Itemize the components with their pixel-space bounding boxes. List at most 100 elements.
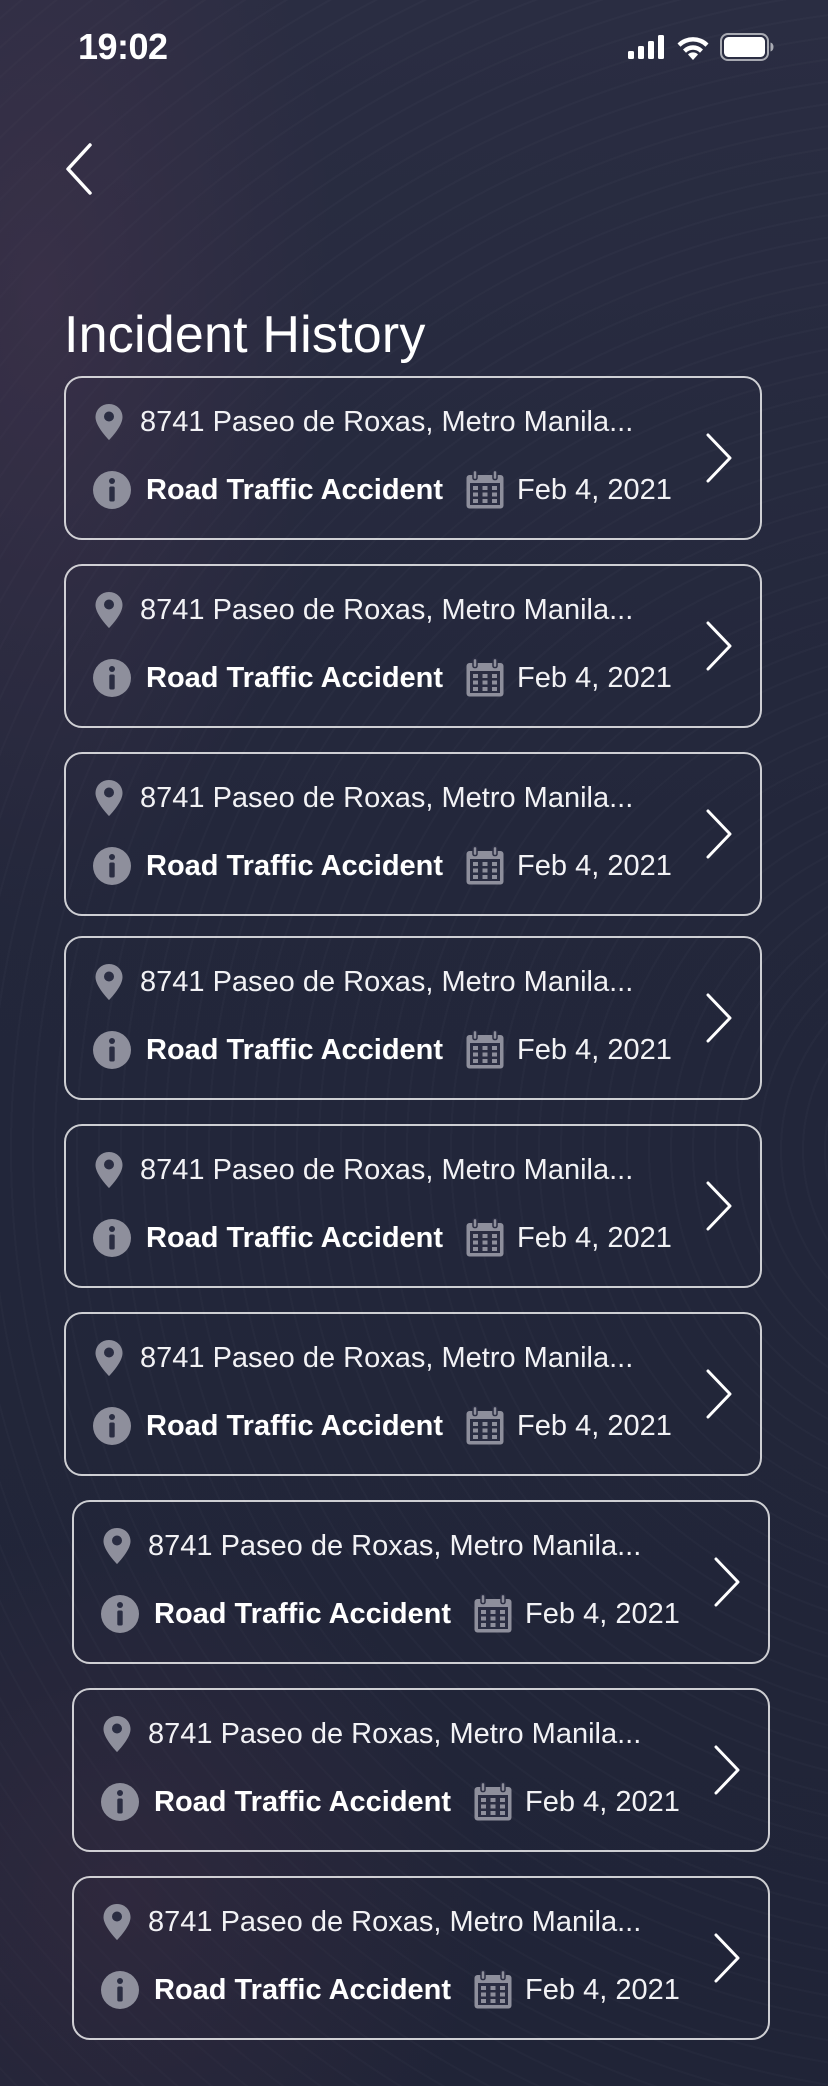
wifi-icon: [677, 37, 709, 60]
incident-card[interactable]: 8741 Paseo de Roxas, Metro Manila... Roa…: [72, 1688, 770, 1852]
signal-icon: [628, 35, 664, 59]
calendar-icon: [466, 1406, 504, 1445]
incident-details-row: Road Traffic Accident Feb 4, 2021: [92, 1026, 672, 1074]
incident-location-row: 8741 Paseo de Roxas, Metro Manila...: [94, 400, 633, 444]
chevron-right-icon[interactable]: [704, 620, 734, 672]
incident-location-row: 8741 Paseo de Roxas, Metro Manila...: [94, 588, 633, 632]
incident-card[interactable]: 8741 Paseo de Roxas, Metro Manila... Roa…: [72, 1876, 770, 2040]
info-icon: [93, 659, 131, 697]
location-pin-icon: [103, 1528, 131, 1564]
incident-card[interactable]: 8741 Paseo de Roxas, Metro Manila... Roa…: [64, 1124, 762, 1288]
chevron-right-icon[interactable]: [704, 432, 734, 484]
info-icon: [93, 1219, 131, 1257]
incident-address: 8741 Paseo de Roxas, Metro Manila...: [140, 965, 634, 998]
info-icon: [93, 1407, 131, 1445]
incident-date-group: Feb 4, 2021: [465, 658, 672, 698]
incident-card[interactable]: 8741 Paseo de Roxas, Metro Manila... Roa…: [64, 936, 762, 1100]
incident-date-group: Feb 4, 2021: [465, 1030, 672, 1070]
incident-address: 8741 Paseo de Roxas, Metro Manila...: [140, 781, 634, 814]
incident-location-row: 8741 Paseo de Roxas, Metro Manila...: [94, 1336, 633, 1380]
incident-type: Road Traffic Accident: [146, 1033, 444, 1066]
incident-card[interactable]: 8741 Paseo de Roxas, Metro Manila... Roa…: [72, 1500, 770, 1664]
status-icons: [628, 32, 774, 62]
page-title: Incident History: [64, 305, 426, 364]
incident-date: Feb 4, 2021: [517, 849, 672, 882]
incident-date-group: Feb 4, 2021: [473, 1970, 680, 2010]
incident-type: Road Traffic Accident: [154, 1973, 452, 2006]
incident-type: Road Traffic Accident: [146, 661, 444, 694]
info-icon: [101, 1971, 139, 2009]
location-pin-icon: [95, 780, 123, 816]
incident-card[interactable]: 8741 Paseo de Roxas, Metro Manila... Roa…: [64, 752, 762, 916]
incident-date: Feb 4, 2021: [517, 1409, 672, 1442]
incident-type: Road Traffic Accident: [146, 1221, 444, 1254]
incident-details-row: Road Traffic Accident Feb 4, 2021: [92, 654, 672, 702]
incident-location-row: 8741 Paseo de Roxas, Metro Manila...: [102, 1900, 641, 1944]
chevron-right-icon[interactable]: [712, 1932, 742, 1984]
incident-type: Road Traffic Accident: [154, 1785, 452, 1818]
location-pin-icon: [103, 1904, 131, 1940]
incident-date-group: Feb 4, 2021: [473, 1782, 680, 1822]
info-icon: [101, 1595, 139, 1633]
incident-location-row: 8741 Paseo de Roxas, Metro Manila...: [102, 1524, 641, 1568]
chevron-right-icon[interactable]: [704, 992, 734, 1044]
incident-details-row: Road Traffic Accident Feb 4, 2021: [92, 466, 672, 514]
incident-location-row: 8741 Paseo de Roxas, Metro Manila...: [94, 1148, 633, 1192]
incident-address: 8741 Paseo de Roxas, Metro Manila...: [140, 1153, 634, 1186]
incident-date: Feb 4, 2021: [525, 1597, 680, 1630]
incident-address: 8741 Paseo de Roxas, Metro Manila...: [148, 1717, 642, 1750]
incident-address: 8741 Paseo de Roxas, Metro Manila...: [140, 1341, 634, 1374]
incident-date: Feb 4, 2021: [517, 473, 672, 506]
info-icon: [101, 1783, 139, 1821]
calendar-icon: [466, 658, 504, 697]
info-icon: [93, 471, 131, 509]
incident-details-row: Road Traffic Accident Feb 4, 2021: [100, 1966, 680, 2014]
incident-date: Feb 4, 2021: [517, 1221, 672, 1254]
calendar-icon: [474, 1782, 512, 1821]
chevron-right-icon[interactable]: [704, 808, 734, 860]
chevron-right-icon[interactable]: [704, 1368, 734, 1420]
calendar-icon: [466, 846, 504, 885]
incident-date: Feb 4, 2021: [517, 1033, 672, 1066]
incident-date: Feb 4, 2021: [525, 1973, 680, 2006]
incident-card[interactable]: 8741 Paseo de Roxas, Metro Manila... Roa…: [64, 376, 762, 540]
incident-date-group: Feb 4, 2021: [473, 1594, 680, 1634]
incident-date: Feb 4, 2021: [525, 1785, 680, 1818]
incident-details-row: Road Traffic Accident Feb 4, 2021: [100, 1778, 680, 1826]
location-pin-icon: [103, 1716, 131, 1752]
incident-address: 8741 Paseo de Roxas, Metro Manila...: [148, 1529, 642, 1562]
incident-date-group: Feb 4, 2021: [465, 1218, 672, 1258]
incident-details-row: Road Traffic Accident Feb 4, 2021: [92, 842, 672, 890]
status-bar: 19:02: [0, 0, 828, 96]
back-button[interactable]: [54, 134, 104, 204]
chevron-right-icon[interactable]: [704, 1180, 734, 1232]
incident-details-row: Road Traffic Accident Feb 4, 2021: [100, 1590, 680, 1638]
location-pin-icon: [95, 592, 123, 628]
info-icon: [93, 1031, 131, 1069]
location-pin-icon: [95, 1340, 123, 1376]
incident-location-row: 8741 Paseo de Roxas, Metro Manila...: [94, 960, 633, 1004]
incident-type: Road Traffic Accident: [146, 849, 444, 882]
incident-type: Road Traffic Accident: [146, 473, 444, 506]
incident-address: 8741 Paseo de Roxas, Metro Manila...: [148, 1905, 642, 1938]
location-pin-icon: [95, 404, 123, 440]
calendar-icon: [466, 470, 504, 509]
incident-date-group: Feb 4, 2021: [465, 470, 672, 510]
incident-address: 8741 Paseo de Roxas, Metro Manila...: [140, 405, 634, 438]
chevron-right-icon[interactable]: [712, 1744, 742, 1796]
chevron-right-icon[interactable]: [712, 1556, 742, 1608]
incident-card[interactable]: 8741 Paseo de Roxas, Metro Manila... Roa…: [64, 1312, 762, 1476]
battery-icon: [720, 33, 774, 61]
incident-type: Road Traffic Accident: [146, 1409, 444, 1442]
calendar-icon: [466, 1218, 504, 1257]
location-pin-icon: [95, 964, 123, 1000]
incident-date-group: Feb 4, 2021: [465, 846, 672, 886]
incident-address: 8741 Paseo de Roxas, Metro Manila...: [140, 593, 634, 626]
chevron-left-icon: [66, 143, 92, 195]
info-icon: [93, 847, 131, 885]
incident-date: Feb 4, 2021: [517, 661, 672, 694]
incident-date-group: Feb 4, 2021: [465, 1406, 672, 1446]
incident-details-row: Road Traffic Accident Feb 4, 2021: [92, 1402, 672, 1450]
incident-card[interactable]: 8741 Paseo de Roxas, Metro Manila... Roa…: [64, 564, 762, 728]
incident-location-row: 8741 Paseo de Roxas, Metro Manila...: [94, 776, 633, 820]
